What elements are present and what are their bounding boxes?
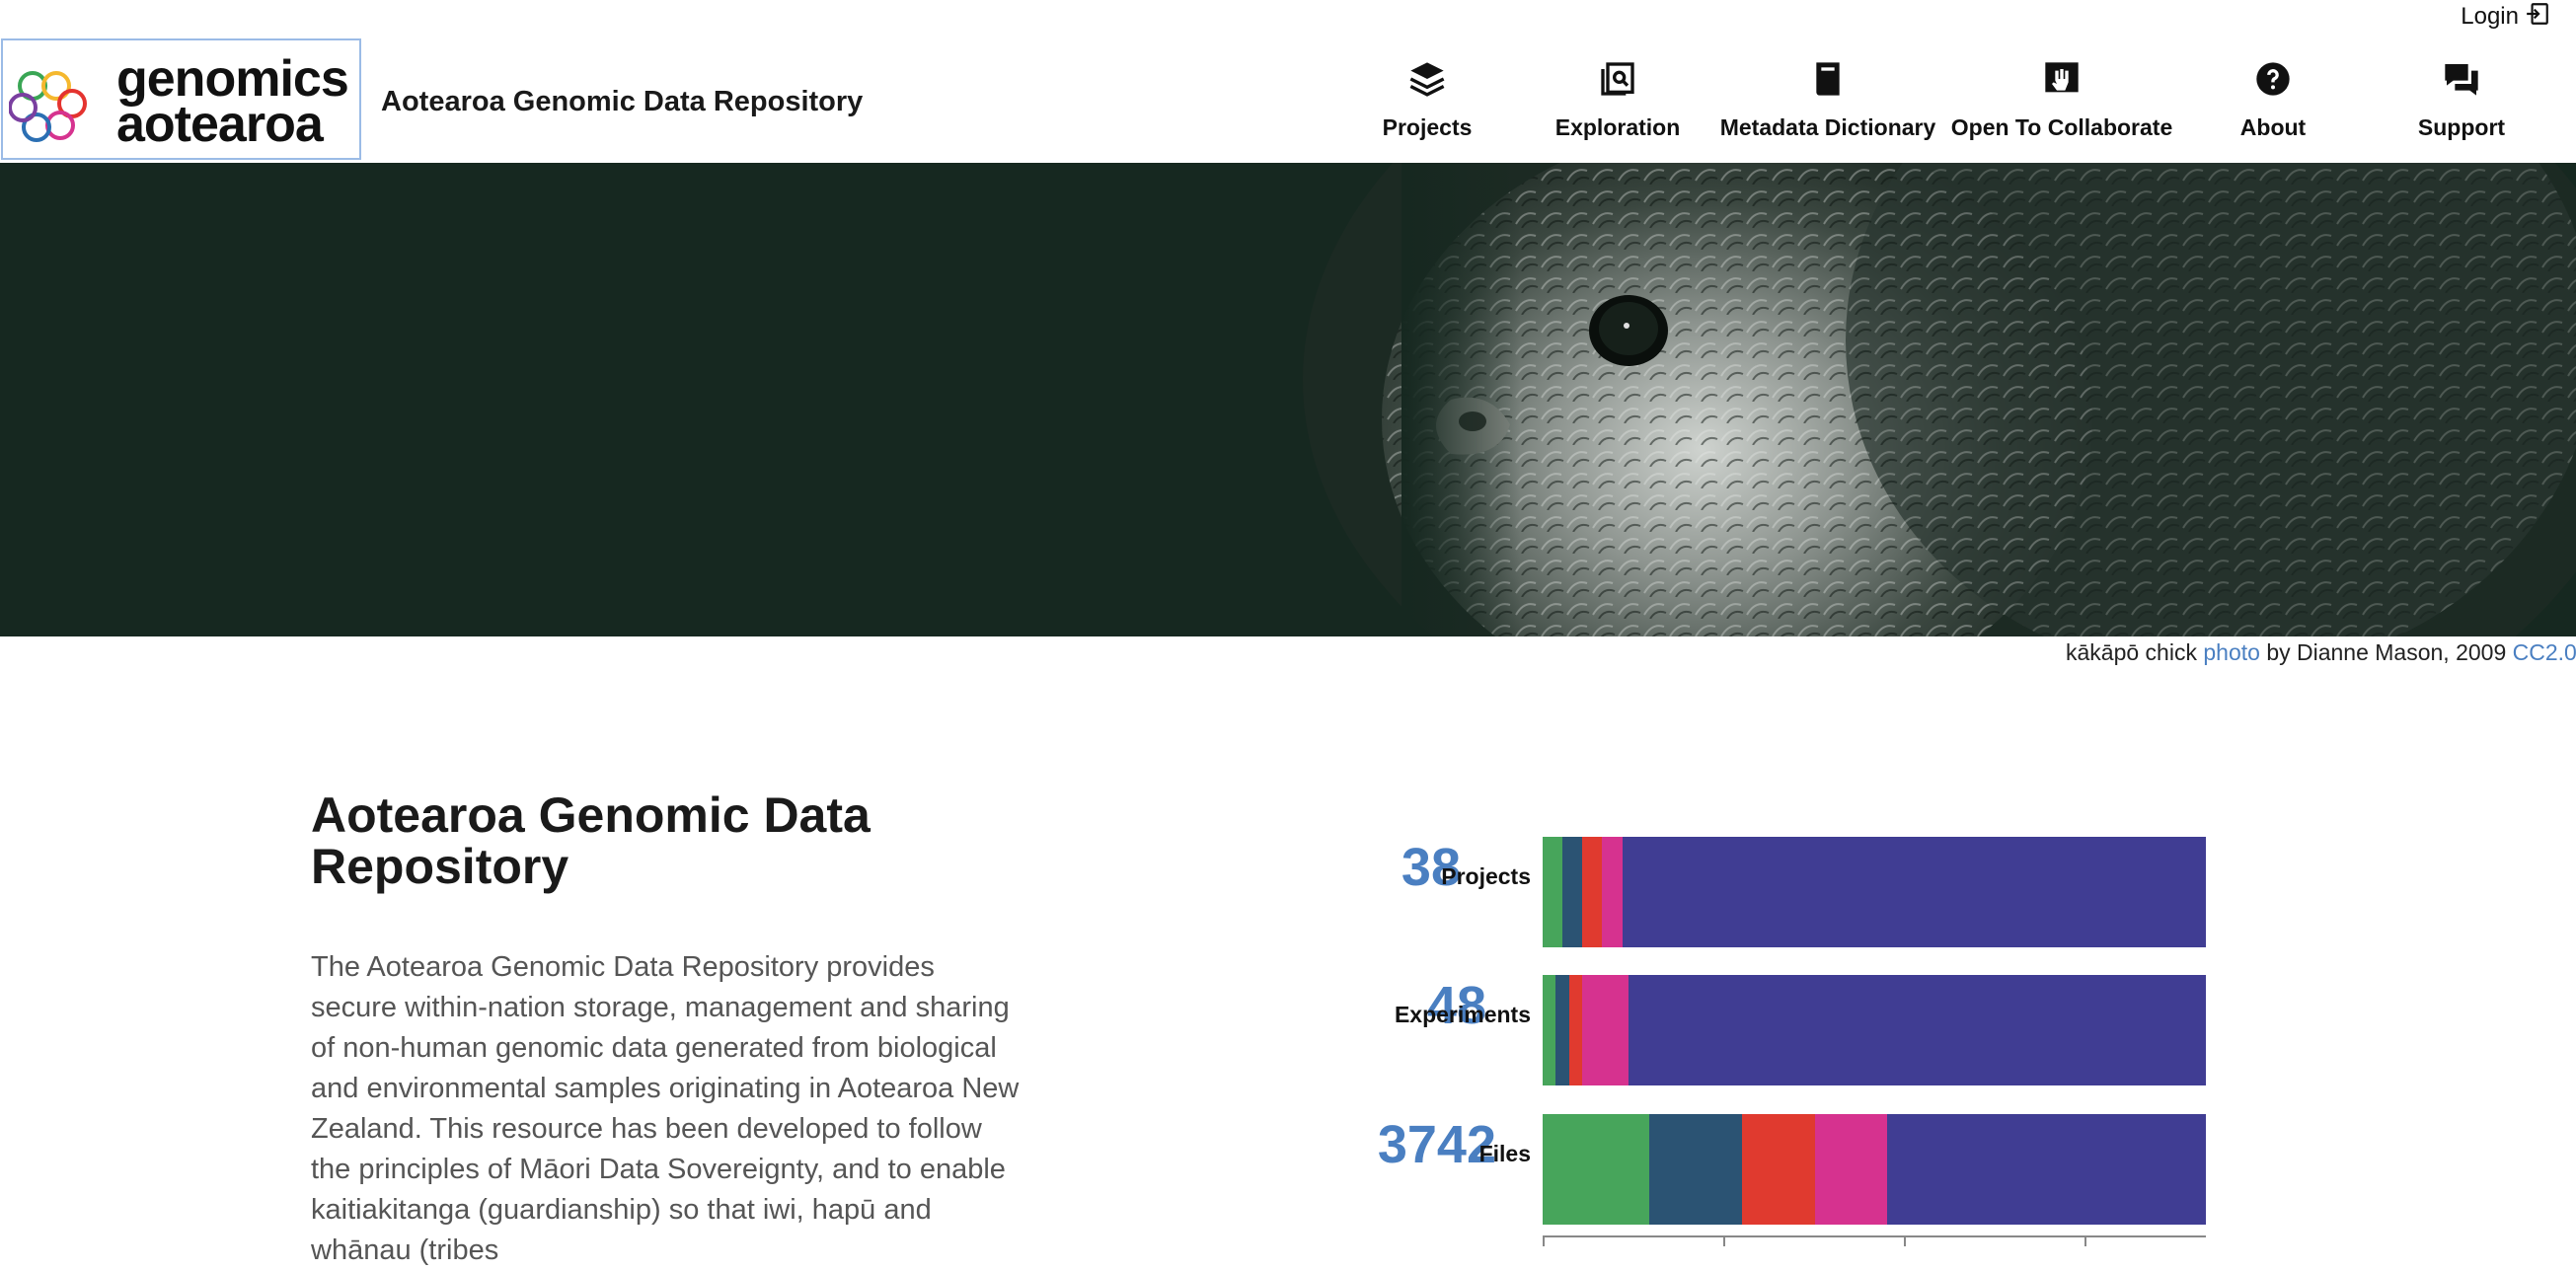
bar-segment[interactable] xyxy=(1814,1114,1888,1225)
nav-exploration[interactable]: Exploration xyxy=(1555,57,1680,156)
book-icon xyxy=(1806,57,1850,101)
site-header: genomics aotearoa Aotearoa Genomic Data … xyxy=(0,37,2576,163)
nav-label: Open To Collaborate xyxy=(1950,114,2173,140)
login-label: Login xyxy=(2461,3,2519,30)
stat-label: Files xyxy=(1478,1141,1531,1166)
x-axis-tick xyxy=(1723,1237,1725,1246)
help-circle-icon xyxy=(2251,57,2295,101)
logo-line-2: aotearoa xyxy=(116,96,324,153)
repository-stats-chart: 38 Projects 48 Experiments 3742 Files xyxy=(1283,829,2211,1246)
stat-label: Projects xyxy=(1441,863,1531,889)
nav-label: Projects xyxy=(1382,114,1473,140)
bar-segment[interactable] xyxy=(1543,975,1556,1085)
stat-row-files: 3742 Files xyxy=(1283,1106,2211,1225)
stat-label: Experiments xyxy=(1394,1002,1531,1027)
bar-segment[interactable] xyxy=(1741,1114,1815,1225)
nav-open-to-collaborate[interactable]: Open To Collaborate xyxy=(1951,57,2172,156)
oc-notice-icon xyxy=(2040,57,2084,101)
x-axis xyxy=(1543,1235,2206,1246)
x-axis-tick xyxy=(2084,1237,2086,1246)
intro-paragraph: The Aotearoa Genomic Data Repository pro… xyxy=(311,951,1020,1266)
logo-rings-icon xyxy=(9,71,87,142)
credit-license-link[interactable]: CC2.0 xyxy=(2513,639,2576,665)
x-axis-tick xyxy=(1543,1237,1545,1246)
chat-bubbles-icon xyxy=(2440,57,2483,101)
credit-prefix: kākāpō chick xyxy=(2066,639,2197,665)
search-document-icon xyxy=(1596,57,1639,101)
nav-support[interactable]: Support xyxy=(2417,57,2506,156)
hero-banner xyxy=(0,163,2576,636)
nav-label: Support xyxy=(2417,114,2506,140)
bar-segment[interactable] xyxy=(1543,1114,1649,1225)
bar-segment[interactable] xyxy=(1543,837,1563,947)
bar-segment[interactable] xyxy=(1887,1114,2206,1225)
bar-segment[interactable] xyxy=(1582,975,1629,1085)
bar-segment[interactable] xyxy=(1629,975,2206,1085)
nav-projects[interactable]: Projects xyxy=(1383,57,1472,156)
stat-row-experiments: 48 Experiments xyxy=(1283,967,2211,1085)
bar-segment[interactable] xyxy=(1562,837,1583,947)
page-title: Aotearoa Genomic Data Repository xyxy=(311,787,871,894)
bar-segment[interactable] xyxy=(1622,837,2206,947)
bar-segment[interactable] xyxy=(1602,837,1623,947)
nav-label: About xyxy=(2239,114,2307,140)
bar-segment[interactable] xyxy=(1568,975,1583,1085)
credit-photo-link[interactable]: photo xyxy=(2203,639,2260,665)
login-arrow-icon xyxy=(2525,1,2550,34)
nav-label: Exploration xyxy=(1554,114,1681,140)
nav-about[interactable]: About xyxy=(2240,57,2306,156)
stacked-bar[interactable] xyxy=(1543,837,2206,947)
nav-metadata-dictionary[interactable]: Metadata Dictionary xyxy=(1719,57,1936,156)
stat-row-projects: 38 Projects xyxy=(1283,829,2211,947)
site-title[interactable]: Aotearoa Genomic Data Repository xyxy=(381,86,863,118)
bar-segment[interactable] xyxy=(1582,837,1603,947)
bar-segment[interactable] xyxy=(1648,1114,1742,1225)
layers-icon xyxy=(1405,57,1449,101)
credit-middle: by Dianne Mason, 2009 xyxy=(2266,639,2507,665)
photo-credit: kākāpō chick photo by Dianne Mason, 2009… xyxy=(2066,639,2576,666)
x-axis-tick xyxy=(1904,1237,1906,1246)
logo-wordmark: genomics aotearoa xyxy=(116,53,349,153)
kakapo-chick-photo xyxy=(0,163,2576,636)
stacked-bar[interactable] xyxy=(1543,1114,2206,1225)
bar-segment[interactable] xyxy=(1555,975,1569,1085)
stacked-bar[interactable] xyxy=(1543,975,2206,1085)
nav-label: Metadata Dictionary xyxy=(1719,114,1936,140)
login-link[interactable]: Login xyxy=(2461,2,2550,32)
genomics-aotearoa-logo[interactable]: genomics aotearoa xyxy=(1,38,361,160)
